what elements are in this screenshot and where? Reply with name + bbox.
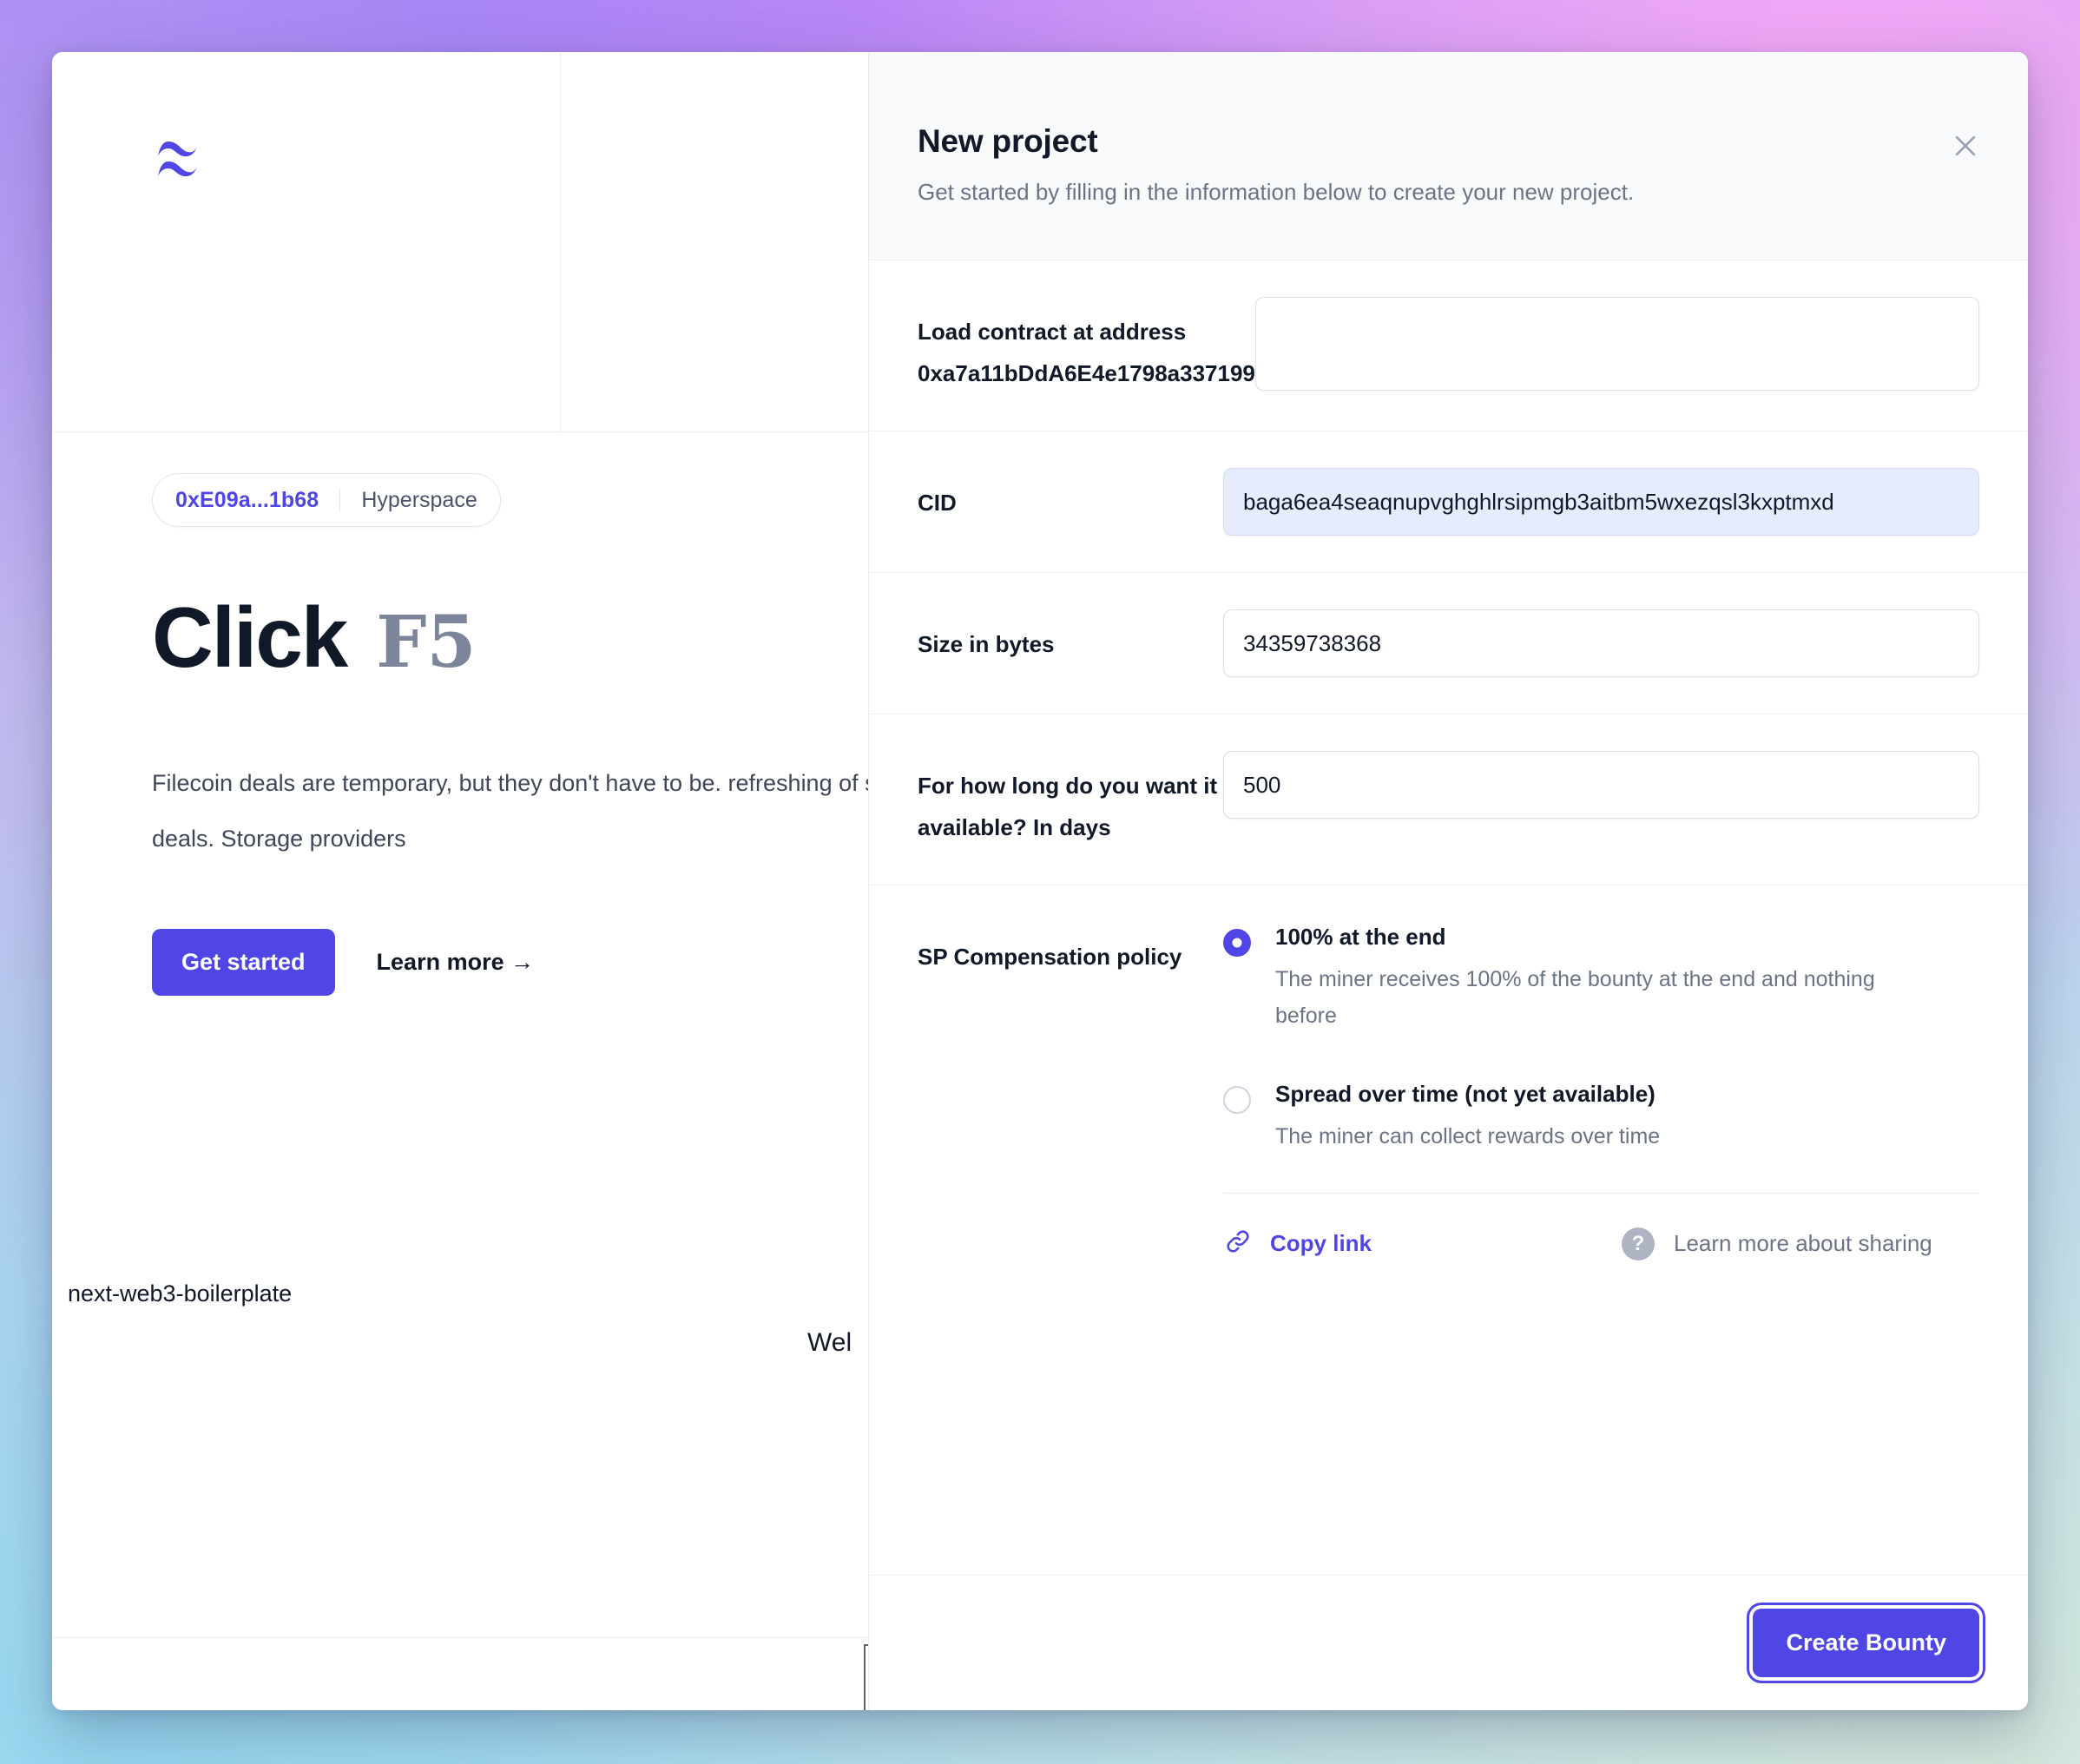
close-icon[interactable]: [1941, 122, 1990, 170]
page-title: Click F5: [152, 595, 477, 680]
question-mark-icon: ?: [1622, 1227, 1655, 1260]
copy-link-button[interactable]: Copy link: [1223, 1227, 1372, 1260]
field-row-contract-address: Load contract at address 0xa7a11bDdA6E4e…: [869, 260, 2028, 431]
contract-label-line1: Load contract at address: [918, 319, 1187, 345]
create-bounty-button[interactable]: Create Bounty: [1753, 1609, 1979, 1677]
field-row-compensation-policy: SP Compensation policy 100% at the end T…: [869, 885, 2028, 1297]
cid-input[interactable]: [1223, 468, 1979, 536]
wallet-address: 0xE09a...1b68: [175, 487, 319, 512]
page-vertical-divider: [560, 52, 561, 431]
radio-button-spread[interactable]: [1223, 1086, 1251, 1114]
compensation-radio-group: 100% at the end The miner receives 100% …: [1223, 922, 1979, 1155]
link-icon: [1223, 1227, 1253, 1260]
modal-footer: Create Bounty: [869, 1575, 2028, 1710]
field-row-duration: For how long do you want it available? I…: [869, 714, 2028, 885]
copy-link-label: Copy link: [1270, 1230, 1372, 1256]
field-row-size: Size in bytes: [869, 573, 2028, 714]
field-label-contract-address: Load contract at address 0xa7a11bDdA6E4e…: [918, 297, 1255, 394]
learn-more-sharing-label: Learn more about sharing: [1674, 1230, 1932, 1256]
modal-title: New project: [918, 123, 1098, 159]
field-label-compensation-policy: SP Compensation policy: [918, 944, 1182, 970]
network-name: Hyperspace: [361, 487, 477, 512]
chain-badge-divider: [339, 488, 341, 512]
repo-label: next-web3-boilerplate: [68, 1280, 293, 1307]
learn-more-sharing-button[interactable]: ? Learn more about sharing: [1622, 1227, 1932, 1260]
learn-more-link[interactable]: Learn more →: [377, 949, 535, 976]
page-horizontal-rule-top: [52, 431, 868, 432]
hero-title-main: Click: [152, 589, 348, 685]
welcome-text-clipped: Wel: [807, 1328, 852, 1357]
chain-badge[interactable]: 0xE09a...1b68 Hyperspace: [152, 473, 501, 527]
background-page: 0xE09a...1b68 Hyperspace Click F5 Filecoi…: [52, 52, 868, 1710]
radio-description-end: The miner receives 100% of the bounty at…: [1275, 967, 1875, 1028]
new-project-modal: New project Get started by filling in th…: [868, 52, 2028, 1710]
get-started-button[interactable]: Get started: [152, 929, 335, 996]
hero-description: Filecoin deals are temporary, but they d…: [152, 770, 868, 852]
radio-label-spread: Spread over time (not yet available): [1275, 1081, 1655, 1107]
field-control-duration: [1223, 751, 1979, 819]
radio-option-spread[interactable]: Spread over time (not yet available) The…: [1223, 1081, 1979, 1155]
sharing-row: Copy link ? Learn more about sharing: [1223, 1194, 1979, 1260]
field-label-cid: CID: [918, 490, 957, 516]
wave-logo-icon[interactable]: [152, 139, 214, 190]
field-control-contract-address: [1254, 297, 1979, 391]
radio-description-spread: The miner can collect rewards over time: [1275, 1124, 1661, 1149]
radio-button-end[interactable]: [1223, 929, 1251, 957]
field-control-compensation-policy: 100% at the end The miner receives 100% …: [1223, 922, 1979, 1260]
modal-body: Load contract at address 0xa7a11bDdA6E4e…: [869, 260, 2028, 1575]
size-in-bytes-input[interactable]: [1223, 609, 1979, 677]
duration-days-input[interactable]: [1223, 751, 1979, 819]
field-label-size: Size in bytes: [918, 631, 1055, 657]
field-control-size: [1223, 609, 1979, 677]
radio-option-end[interactable]: 100% at the end The miner receives 100% …: [1223, 924, 1979, 1034]
modal-header: New project Get started by filling in th…: [869, 52, 2028, 260]
contract-label-line2: 0xa7a11bDdA6E4e1798a337199: [918, 360, 1255, 386]
field-row-cid: CID: [869, 431, 2028, 573]
hero-title-accent: F5: [376, 601, 477, 684]
modal-subtitle: Get started by filling in the informatio…: [918, 179, 1635, 205]
field-control-cid: [1223, 468, 1979, 536]
hero-actions: Get started Learn more →: [152, 929, 534, 996]
contract-address-input[interactable]: [1254, 297, 1979, 391]
field-label-duration: For how long do you want it available? I…: [918, 773, 1218, 840]
page-horizontal-rule-bottom: [52, 1637, 868, 1638]
radio-label-end: 100% at the end: [1275, 924, 1446, 950]
app-window: 0xE09a...1b68 Hyperspace Click F5 Filecoi…: [52, 52, 2028, 1710]
